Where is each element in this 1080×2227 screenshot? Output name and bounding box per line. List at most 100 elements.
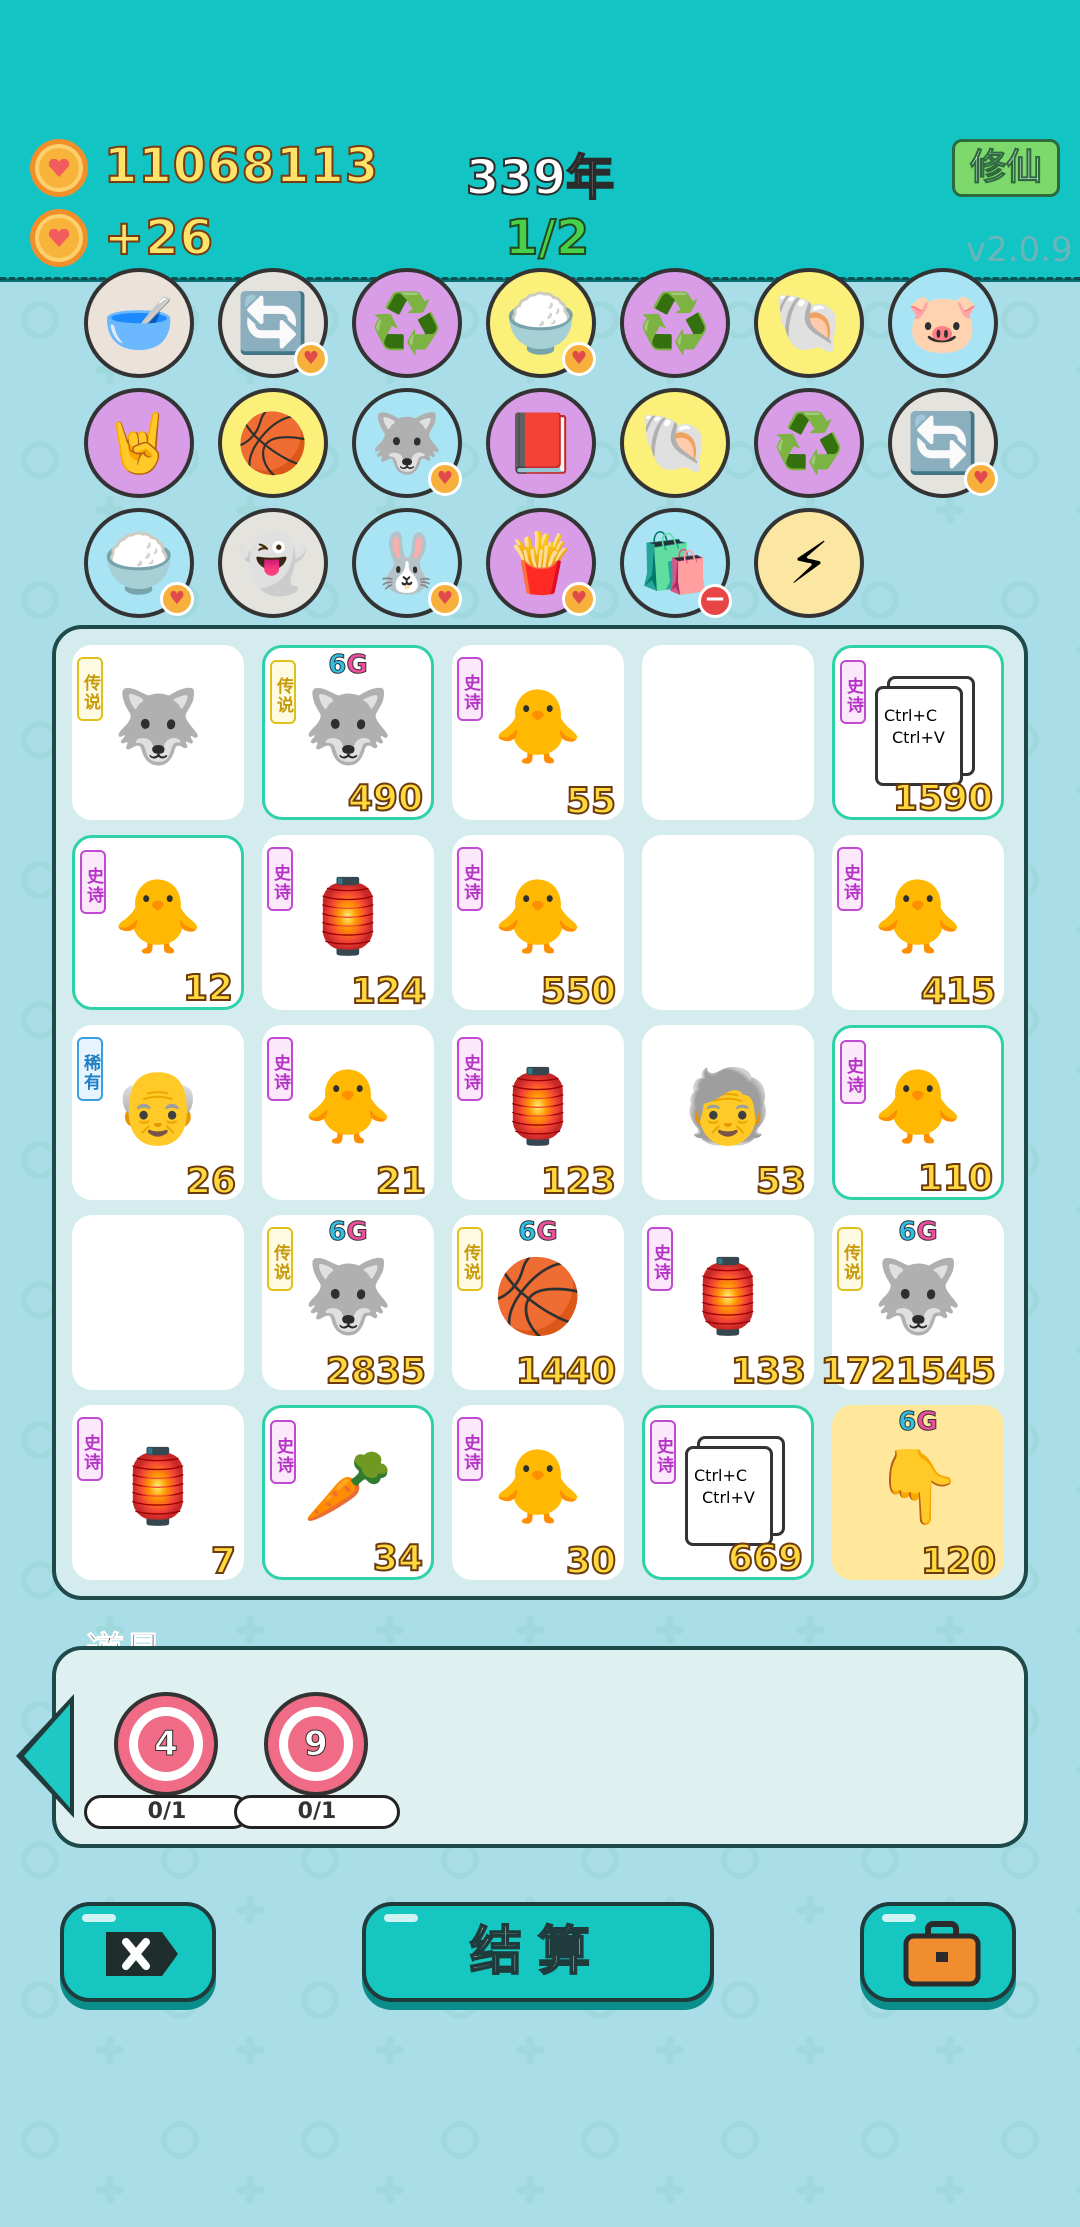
board-cell-empty[interactable] [642, 645, 814, 820]
item-glyph: 👻 [236, 528, 310, 597]
cell-count: 53 [755, 1160, 807, 1203]
rabbit-house-icon: 🏮 [303, 873, 393, 958]
husky-king-icon: 🐺 [303, 683, 393, 768]
rarity-tag: 史诗 [457, 847, 483, 911]
cell-count: 1590 [892, 777, 994, 820]
rarity-tag: 史诗 [647, 1227, 673, 1291]
cell-count: 7 [210, 1540, 237, 1583]
piggy-bank-icon[interactable]: 🐷 [888, 268, 998, 378]
item-glyph: 🐚 [772, 288, 846, 357]
board-cell-chick[interactable]: 史诗 🐥 21 [262, 1025, 434, 1203]
cell-count: 415 [920, 970, 997, 1013]
recycle-icon[interactable]: ♻️ [754, 388, 864, 498]
g6-badge: 6G [328, 650, 368, 681]
heart-badge-icon: ♥ [294, 342, 328, 376]
board-cell-empty[interactable] [642, 835, 814, 1010]
basketballs-icon[interactable]: 🏀 [218, 388, 328, 498]
lightning-icon[interactable]: ⚡ [754, 508, 864, 618]
cell-count: 669 [727, 1537, 804, 1580]
board-cell-husky-king[interactable]: 传说 6G 🐺 1721545 [820, 1215, 1004, 1393]
remove-badge-icon[interactable]: − [698, 584, 732, 618]
refresh-icon[interactable]: 🔄 ♥ [888, 388, 998, 498]
rock-hand-icon[interactable]: 🤘 [84, 388, 194, 498]
board-cell-chick[interactable]: 史诗 🐥 110 [832, 1025, 1004, 1200]
board-cell-chick[interactable]: 史诗 🐥 12 [72, 835, 244, 1010]
cell-count: 133 [730, 1350, 807, 1393]
bag-icon[interactable]: 🛍️ − [620, 508, 732, 618]
coin-total: 11068113 [103, 137, 380, 195]
rice-bowl-icon[interactable]: 🍚 ♥ [486, 268, 596, 378]
board-cell-husky-king[interactable]: 传说 6G 🐺 490 [262, 645, 434, 820]
board-cell-ctrl-cv[interactable]: 史诗 Ctrl+C Ctrl+V 1590 [832, 645, 1004, 820]
fries-icon[interactable]: 🍟 ♥ [486, 508, 596, 618]
husky-icon[interactable]: 🐺 ♥ [352, 388, 462, 498]
board-cell-ctrl-cv[interactable]: 史诗 Ctrl+C Ctrl+V 669 [642, 1405, 814, 1580]
board-cell-chick[interactable]: 史诗 🐥 550 [452, 835, 624, 1013]
heart-badge-icon: ♥ [428, 462, 462, 496]
ctrl-cv-card-icon: Ctrl+C Ctrl+V [685, 1446, 773, 1546]
cell-count: 1721545 [820, 1350, 997, 1393]
coin-icon [30, 139, 88, 197]
left-arrow-icon[interactable] [16, 1694, 74, 1818]
cell-count: 490 [347, 777, 424, 820]
item-glyph: 🤘 [102, 408, 176, 477]
rarity-tag: 传说 [267, 1227, 293, 1291]
g6-badge: 6G [898, 1217, 938, 1248]
chick-icon: 🐥 [873, 1063, 963, 1148]
cell-count: 12 [182, 967, 234, 1010]
chick-icon: 🐥 [873, 873, 963, 958]
shell-icon[interactable]: 🐚 [620, 388, 730, 498]
board-cell-old-man[interactable]: 稀有 👴 26 [72, 1025, 244, 1203]
bag-button[interactable] [860, 1902, 1016, 2002]
cell-count: 55 [565, 780, 617, 823]
shell-icon[interactable]: 🐚 [754, 268, 864, 378]
top-bar: 11068113 +26 339年 1/2 修仙 v2.0.9 [0, 0, 1080, 282]
cell-count: 26 [185, 1160, 237, 1203]
version-label: v2.0.9 [966, 230, 1073, 270]
target-tool-icon[interactable]: 4 [114, 1692, 218, 1796]
board-cell-rabbit-house[interactable]: 史诗 🏮 7 [72, 1405, 244, 1583]
ghost-icon[interactable]: 👻 [218, 508, 328, 618]
item-glyph: ♻️ [772, 408, 846, 477]
old-man-glasses-icon: 🧓 [683, 1063, 773, 1148]
cell-count: 124 [350, 970, 427, 1013]
board-cell-pointing-hand[interactable]: 6G 👇 120 [832, 1405, 1004, 1583]
board-cell-old-man-ball[interactable]: 传说 6G 🏀 1440 [452, 1215, 624, 1393]
board-cell-rabbit-house[interactable]: 史诗 🏮 123 [452, 1025, 624, 1203]
board-cell-rabbit-house[interactable]: 史诗 🏮 124 [262, 835, 434, 1013]
board-cell-husky-king[interactable]: 传说 🐺 [72, 645, 244, 820]
husky-ball-icon: 🐺 [303, 1253, 393, 1338]
old-man-icon: 👴 [113, 1063, 203, 1148]
target-tool-icon[interactable]: 9 [264, 1692, 368, 1796]
rabbit-icon[interactable]: 🐰 ♥ [352, 508, 462, 618]
g6-badge: 6G [898, 1407, 938, 1438]
settle-label: 结算 [469, 1921, 606, 1983]
item-glyph: 🐷 [906, 288, 980, 357]
carrot-crown-icon: 🥕 [303, 1443, 393, 1528]
cell-count: 34 [372, 1537, 424, 1580]
food-bowl-icon[interactable]: 🥣 [84, 268, 194, 378]
rice-bowl-icon[interactable]: 🍚 ♥ [84, 508, 194, 618]
heart-badge-icon: ♥ [562, 582, 596, 616]
board-cell-rabbit-house[interactable]: 史诗 🏮 133 [642, 1215, 814, 1393]
board-cell-chick[interactable]: 史诗 🐥 30 [452, 1405, 624, 1583]
settle-button[interactable]: 结算 [362, 1902, 714, 2002]
board-cell-husky-ball[interactable]: 传说 6G 🐺 2835 [262, 1215, 434, 1393]
recycle-icon[interactable]: ♻️ [352, 268, 462, 378]
board-cell-empty[interactable] [72, 1215, 244, 1390]
rarity-tag: 史诗 [77, 1417, 103, 1481]
cell-count: 123 [540, 1160, 617, 1203]
g6-badge: 6G [328, 1217, 368, 1248]
cultivate-button[interactable]: 修仙 [952, 139, 1060, 197]
board-cell-old-man-glasses[interactable]: 🧓 53 [642, 1025, 814, 1203]
chick-icon: 🐥 [113, 873, 203, 958]
time-magazine-icon[interactable]: 📕 [486, 388, 596, 498]
discard-button[interactable] [60, 1902, 216, 2002]
refresh-icon[interactable]: 🔄 ♥ [218, 268, 328, 378]
board-cell-chick[interactable]: 史诗 🐥 55 [452, 645, 624, 823]
heart-badge-icon: ♥ [160, 582, 194, 616]
board-cell-chick[interactable]: 史诗 🐥 415 [832, 835, 1004, 1013]
board-cell-carrot-crown[interactable]: 史诗 🥕 34 [262, 1405, 434, 1580]
recycle-icon[interactable]: ♻️ [620, 268, 730, 378]
item-glyph: 🏀 [236, 408, 310, 477]
